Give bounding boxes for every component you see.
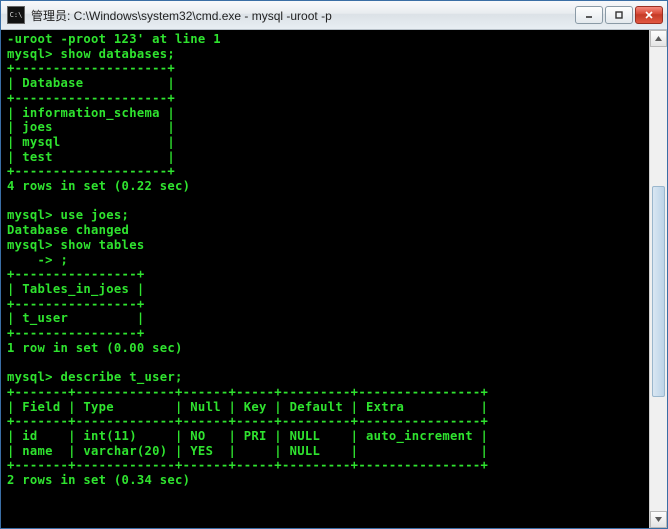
scroll-up-button[interactable] [650, 30, 667, 47]
maximize-icon [614, 10, 624, 20]
scrollbar-thumb[interactable] [652, 186, 665, 397]
window-title-path: C:\Windows\system32\cmd.exe - mysql -uro… [74, 9, 332, 23]
cmd-icon: C:\ [7, 6, 25, 24]
scroll-down-button[interactable] [650, 511, 667, 528]
chevron-up-icon [654, 34, 663, 43]
cmd-window: C:\ 管理员: C:\Windows\system32\cmd.exe - m… [0, 0, 668, 529]
window-title: 管理员: C:\Windows\system32\cmd.exe - mysql… [31, 7, 575, 24]
scrollbar-vertical[interactable] [649, 30, 667, 528]
terminal-viewport[interactable]: -uroot -proot 123' at line 1 mysql> show… [1, 30, 667, 528]
scrollbar-track[interactable] [650, 47, 667, 511]
close-button[interactable] [635, 6, 663, 24]
titlebar[interactable]: C:\ 管理员: C:\Windows\system32\cmd.exe - m… [1, 1, 667, 30]
close-icon [644, 10, 654, 20]
terminal-output: -uroot -proot 123' at line 1 mysql> show… [7, 32, 661, 488]
cmd-icon-glyph: C:\ [10, 12, 23, 19]
chevron-down-icon [654, 515, 663, 524]
minimize-button[interactable] [575, 6, 603, 24]
window-buttons [575, 6, 663, 24]
minimize-icon [584, 10, 594, 20]
maximize-button[interactable] [605, 6, 633, 24]
window-title-prefix: 管理员: [31, 9, 74, 23]
